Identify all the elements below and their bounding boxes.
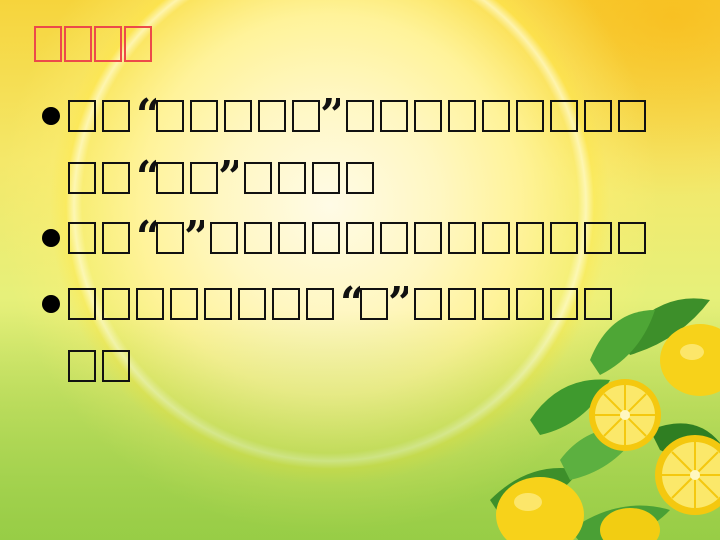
text-glyph [102, 222, 130, 254]
text-glyph [516, 288, 544, 320]
text-glyph [102, 288, 130, 320]
bullet-list: “”“”“”“” [40, 0, 700, 540]
text-glyph [244, 222, 272, 254]
text-glyph [380, 222, 408, 254]
quote-mark: “ [136, 96, 156, 136]
bullet-line: “” [68, 218, 646, 258]
text-glyph [292, 100, 320, 132]
quote-mark: ” [184, 218, 204, 258]
text-glyph [190, 162, 218, 194]
text-glyph [68, 162, 96, 194]
text-glyph [102, 162, 130, 194]
text-glyph [68, 222, 96, 254]
bullet-line: “” [68, 158, 374, 198]
text-glyph [204, 288, 232, 320]
quote-mark: ” [218, 158, 238, 198]
quote-mark: “ [340, 284, 360, 324]
text-glyph [482, 100, 510, 132]
text-glyph [68, 288, 96, 320]
text-glyph [306, 288, 334, 320]
text-glyph [414, 100, 442, 132]
text-glyph [516, 222, 544, 254]
text-glyph [550, 222, 578, 254]
text-glyph [550, 100, 578, 132]
text-glyph [102, 350, 130, 382]
text-glyph [414, 288, 442, 320]
text-glyph [210, 222, 238, 254]
text-glyph [584, 288, 612, 320]
quote-mark: “ [136, 158, 156, 198]
bullet-line: “” [68, 96, 646, 136]
text-glyph [482, 288, 510, 320]
text-glyph [102, 100, 130, 132]
text-glyph [346, 222, 374, 254]
text-glyph [516, 100, 544, 132]
text-glyph [346, 100, 374, 132]
text-glyph [380, 100, 408, 132]
text-glyph [156, 162, 184, 194]
text-glyph [258, 100, 286, 132]
text-glyph [238, 288, 266, 320]
text-glyph [68, 350, 96, 382]
text-glyph [360, 288, 388, 320]
text-glyph [244, 162, 272, 194]
quote-mark: “ [136, 218, 156, 258]
quote-mark: ” [320, 96, 340, 136]
text-glyph [618, 100, 646, 132]
bullet-dot-icon [42, 229, 60, 247]
text-glyph [156, 100, 184, 132]
bullet-line: “” [68, 284, 612, 324]
quote-mark: ” [388, 284, 408, 324]
text-glyph [618, 222, 646, 254]
bullet-dot-icon [42, 295, 60, 313]
text-glyph [584, 100, 612, 132]
text-glyph [156, 222, 184, 254]
text-glyph [448, 288, 476, 320]
text-glyph [448, 222, 476, 254]
text-glyph [224, 100, 252, 132]
text-glyph [278, 222, 306, 254]
text-glyph [414, 222, 442, 254]
text-glyph [312, 162, 340, 194]
text-glyph [136, 288, 164, 320]
text-glyph [584, 222, 612, 254]
text-glyph [482, 222, 510, 254]
text-glyph [346, 162, 374, 194]
bullet-line [68, 346, 130, 386]
text-glyph [190, 100, 218, 132]
text-glyph [550, 288, 578, 320]
text-glyph [68, 100, 96, 132]
text-glyph [448, 100, 476, 132]
text-glyph [312, 222, 340, 254]
text-glyph [272, 288, 300, 320]
text-glyph [278, 162, 306, 194]
slide-canvas: “”“”“”“” [0, 0, 720, 540]
bullet-dot-icon [42, 107, 60, 125]
text-glyph [170, 288, 198, 320]
